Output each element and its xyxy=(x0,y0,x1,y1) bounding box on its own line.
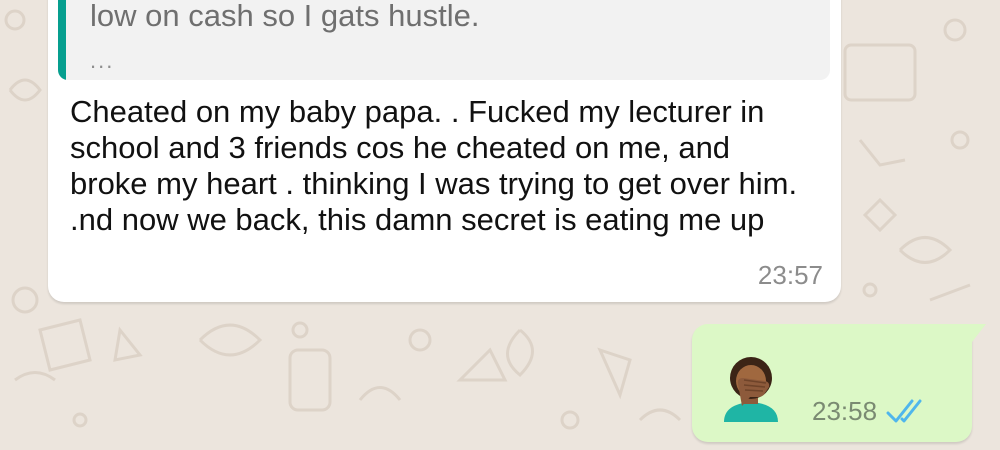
face-palm-icon xyxy=(724,357,778,422)
incoming-message-text: Cheated on my baby papa. . Fucked my lec… xyxy=(70,94,798,237)
read-double-check-icon xyxy=(886,399,922,423)
incoming-message-time: 23:57 xyxy=(757,260,823,290)
quote-accent-bar xyxy=(58,0,66,80)
quoted-ellipsis: ... xyxy=(90,48,115,73)
quoted-text: low on cash so I gats hustle. xyxy=(90,0,480,33)
outgoing-message-bubble[interactable]: 23:58 xyxy=(692,324,986,442)
quoted-reply[interactable]: low on cash so I gats hustle. ... xyxy=(58,0,830,80)
outgoing-message-time: 23:58 xyxy=(812,396,878,426)
bubble-tail xyxy=(972,324,986,342)
incoming-message-bubble[interactable]: low on cash so I gats hustle. ... Cheate… xyxy=(48,0,841,302)
